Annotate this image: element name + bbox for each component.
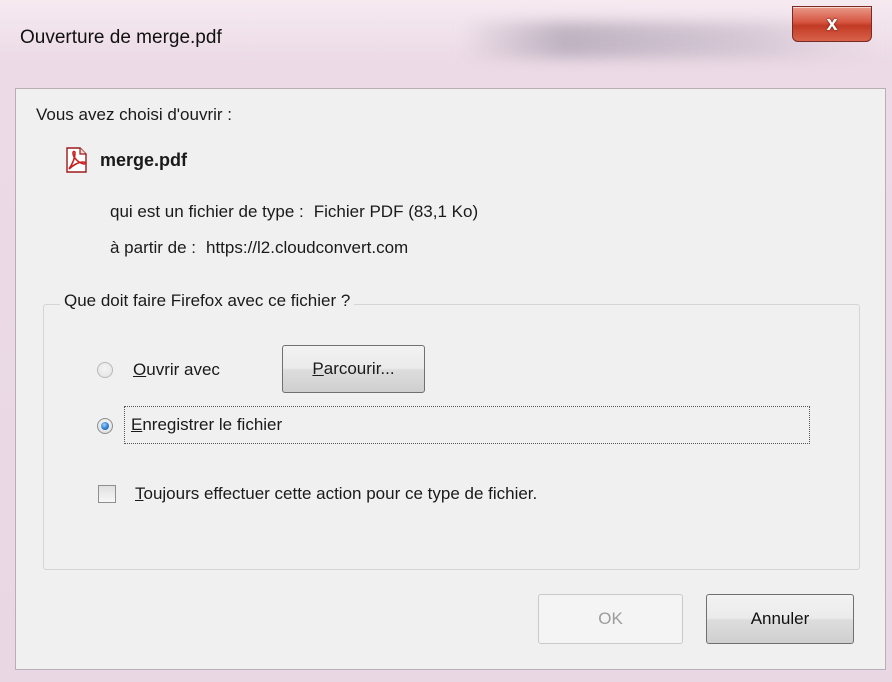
always-do-this-checkbox[interactable] (98, 485, 116, 503)
ok-button[interactable]: OK (538, 594, 683, 644)
file-row: merge.pdf (64, 147, 187, 173)
window-title: Ouverture de merge.pdf (20, 27, 222, 48)
close-button[interactable]: x (792, 6, 872, 42)
save-file-radio[interactable] (97, 418, 113, 434)
file-source-label: à partir de : (110, 238, 196, 257)
cancel-button[interactable]: Annuler (706, 594, 854, 644)
open-with-label-text: uvrir avec (146, 360, 220, 379)
close-icon: x (826, 12, 838, 35)
open-with-label[interactable]: Ouvrir avec (133, 360, 220, 380)
action-group-legend: Que doit faire Firefox avec ce fichier ? (60, 291, 355, 311)
save-file-mnemonic: E (131, 415, 143, 434)
browse-button[interactable]: Parcourir... (282, 345, 425, 393)
open-with-mnemonic: O (133, 360, 147, 379)
browse-button-text: arcourir... (323, 359, 395, 378)
browse-mnemonic: P (312, 359, 324, 378)
file-source-row: à partir de : https://l2.cloudconvert.co… (110, 238, 408, 258)
file-source-value: https://l2.cloudconvert.com (206, 238, 409, 257)
dialog-body: Vous avez choisi d'ouvrir : merge.pdf qu… (15, 88, 886, 670)
file-type-label: qui est un fichier de type : (110, 202, 304, 221)
save-file-label-text: nregistrer le fichier (142, 415, 283, 434)
file-type-row: qui est un fichier de type : Fichier PDF… (110, 202, 478, 222)
file-name: merge.pdf (100, 149, 188, 170)
always-do-this-label-text: oujours effectuer cette action pour ce t… (143, 484, 538, 503)
title-bar[interactable]: Ouverture de merge.pdf x (0, 0, 892, 86)
dialog-window: Ouverture de merge.pdf x Vous avez chois… (0, 0, 892, 682)
file-type-value: Fichier PDF (83,1 Ko) (313, 202, 479, 221)
open-with-radio[interactable] (97, 362, 113, 378)
always-do-this-label[interactable]: Toujours effectuer cette action pour ce … (135, 484, 537, 504)
intro-text: Vous avez choisi d'ouvrir : (36, 105, 233, 124)
always-do-this-mnemonic: T (135, 484, 144, 503)
action-group: Que doit faire Firefox avec ce fichier ?… (43, 291, 860, 570)
save-file-label[interactable]: Enregistrer le fichier (131, 415, 282, 435)
pdf-file-icon (66, 147, 87, 173)
